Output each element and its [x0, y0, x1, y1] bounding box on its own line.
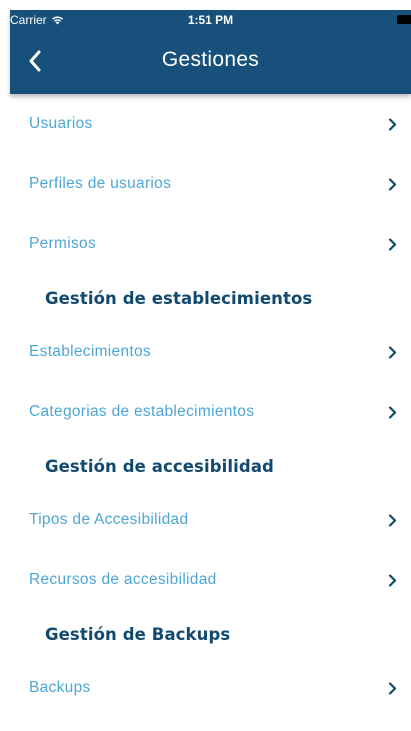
chevron-right-icon	[387, 237, 397, 251]
status-bar: Carrier 1:51 PM	[10, 10, 411, 30]
list-item-label: Usuarios	[29, 115, 93, 132]
carrier-label: Carrier	[10, 13, 47, 27]
list-item-label: Permisos	[29, 235, 96, 252]
section-header-establecimientos: Gestión de establecimientos	[45, 288, 313, 308]
list-item-label: Tipos de Accesibilidad	[29, 511, 189, 528]
chevron-right-icon	[387, 177, 397, 191]
list-item-label: Establecimientos	[29, 343, 151, 360]
left-gutter	[0, 0, 10, 731]
list-item-permisos[interactable]: Permisos	[10, 214, 411, 274]
list-item-label: Categorias de establecimientos	[29, 403, 255, 420]
status-time: 1:51 PM	[187, 13, 234, 27]
chevron-right-icon	[387, 513, 397, 527]
page-title: Gestiones	[161, 48, 260, 71]
carrier-indicator: Carrier	[10, 13, 64, 27]
list-item-tipos-de-accesibilidad[interactable]: Tipos de Accesibilidad	[10, 490, 411, 550]
settings-list: Usuarios Perfiles de usuarios Permisos G…	[10, 94, 411, 731]
chevron-right-icon	[387, 345, 397, 359]
wifi-icon	[51, 16, 63, 25]
list-item-usuarios[interactable]: Usuarios	[10, 94, 411, 154]
list-item-label: Recursos de accesibilidad	[29, 571, 217, 588]
battery-icon	[397, 15, 411, 24]
list-item-label: Backups	[29, 679, 91, 696]
app-header: Carrier 1:51 PM Gestiones	[10, 10, 411, 94]
chevron-right-icon	[387, 405, 397, 419]
list-item-backups[interactable]: Backups	[10, 658, 411, 718]
list-item-categorias-de-establecimientos[interactable]: Categorias de establecimientos	[10, 382, 411, 442]
chevron-right-icon	[387, 573, 397, 587]
navigation-bar: Gestiones	[10, 34, 411, 90]
app-frame: Carrier 1:51 PM Gestiones Usuarios Perfi…	[0, 0, 411, 731]
list-item-perfiles-de-usuarios[interactable]: Perfiles de usuarios	[10, 154, 411, 214]
list-item-establecimientos[interactable]: Establecimientos	[10, 322, 411, 382]
list-item-label: Perfiles de usuarios	[29, 175, 172, 192]
section-header-accesibilidad: Gestión de accesibilidad	[45, 456, 274, 476]
chevron-right-icon	[387, 681, 397, 695]
chevron-right-icon	[387, 117, 397, 131]
section-header-backups: Gestión de Backups	[45, 624, 231, 644]
list-item-recursos-de-accesibilidad[interactable]: Recursos de accesibilidad	[10, 550, 411, 610]
